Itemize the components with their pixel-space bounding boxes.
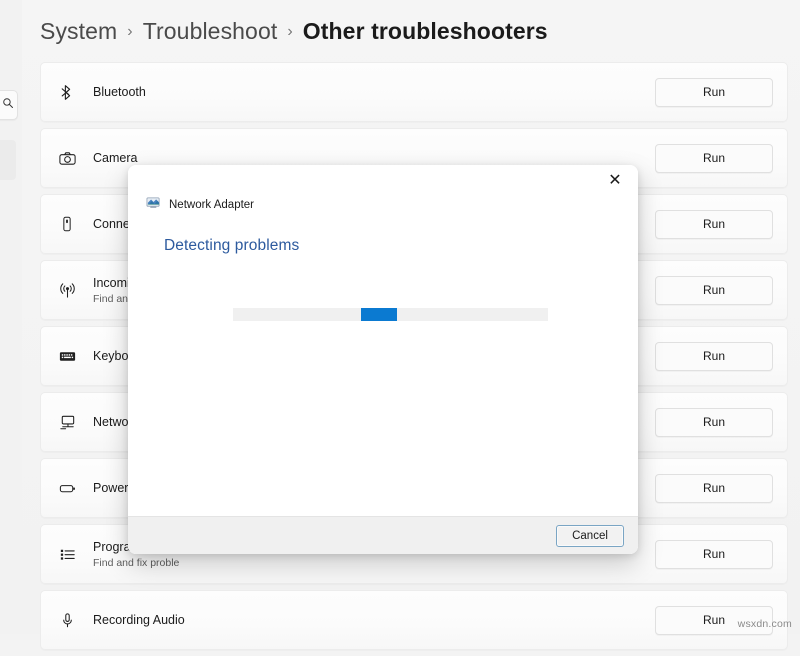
device-icon: [41, 215, 93, 233]
list-item-label: Bluetooth: [93, 84, 645, 100]
dialog-footer: Cancel: [128, 516, 638, 554]
table-row[interactable]: Recording Audio Run: [40, 590, 788, 650]
network-adapter-icon: [146, 195, 161, 215]
battery-icon: [41, 479, 93, 498]
dialog-title: Network Adapter: [169, 199, 254, 211]
breadcrumb-item-other-troubleshooters: Other troubleshooters: [303, 18, 548, 45]
wireless-icon: [41, 281, 93, 300]
breadcrumb-separator-1: ›: [126, 24, 133, 40]
watermark: wsxdn.com: [738, 618, 792, 630]
cancel-button[interactable]: Cancel: [556, 525, 624, 547]
run-button[interactable]: Run: [655, 144, 773, 173]
table-row[interactable]: Bluetooth Run: [40, 62, 788, 122]
run-button[interactable]: Run: [655, 210, 773, 239]
nav-item-fragment[interactable]: [0, 140, 16, 180]
progress-bar: [233, 308, 548, 321]
program-list-icon: [41, 545, 93, 564]
list-item-label: Camera: [93, 150, 645, 166]
run-button[interactable]: Run: [655, 342, 773, 371]
list-item-label: Recording Audio: [93, 612, 645, 628]
keyboard-icon: [41, 347, 93, 366]
dialog-window: ✕ Network Adapter Detecting problems: [128, 165, 638, 554]
microphone-icon: [41, 611, 93, 630]
troubleshooter-dialog: ✕ Network Adapter Detecting problems: [128, 165, 638, 554]
breadcrumb-item-troubleshoot[interactable]: Troubleshoot: [143, 18, 278, 45]
camera-icon: [41, 149, 93, 168]
breadcrumb-separator-2: ›: [286, 24, 293, 40]
dialog-body: Network Adapter Detecting problems: [128, 165, 638, 516]
dialog-status-text: Detecting problems: [164, 237, 299, 255]
run-button[interactable]: Run: [655, 474, 773, 503]
search-box-fragment[interactable]: [0, 90, 18, 120]
left-navigation-rail: [0, 0, 22, 634]
breadcrumb-item-system[interactable]: System: [40, 18, 117, 45]
run-button[interactable]: Run: [655, 276, 773, 305]
search-icon: [2, 97, 14, 109]
bluetooth-icon: [41, 84, 93, 101]
progress-bar-indicator: [361, 308, 397, 321]
run-button[interactable]: Run: [655, 540, 773, 569]
run-button[interactable]: Run: [655, 78, 773, 107]
network-pc-icon: [41, 413, 93, 432]
dialog-header: Network Adapter: [146, 195, 254, 215]
list-item-description: Find and fix proble: [93, 556, 645, 570]
breadcrumb: System › Troubleshoot › Other troublesho…: [40, 18, 548, 45]
run-button[interactable]: Run: [655, 408, 773, 437]
